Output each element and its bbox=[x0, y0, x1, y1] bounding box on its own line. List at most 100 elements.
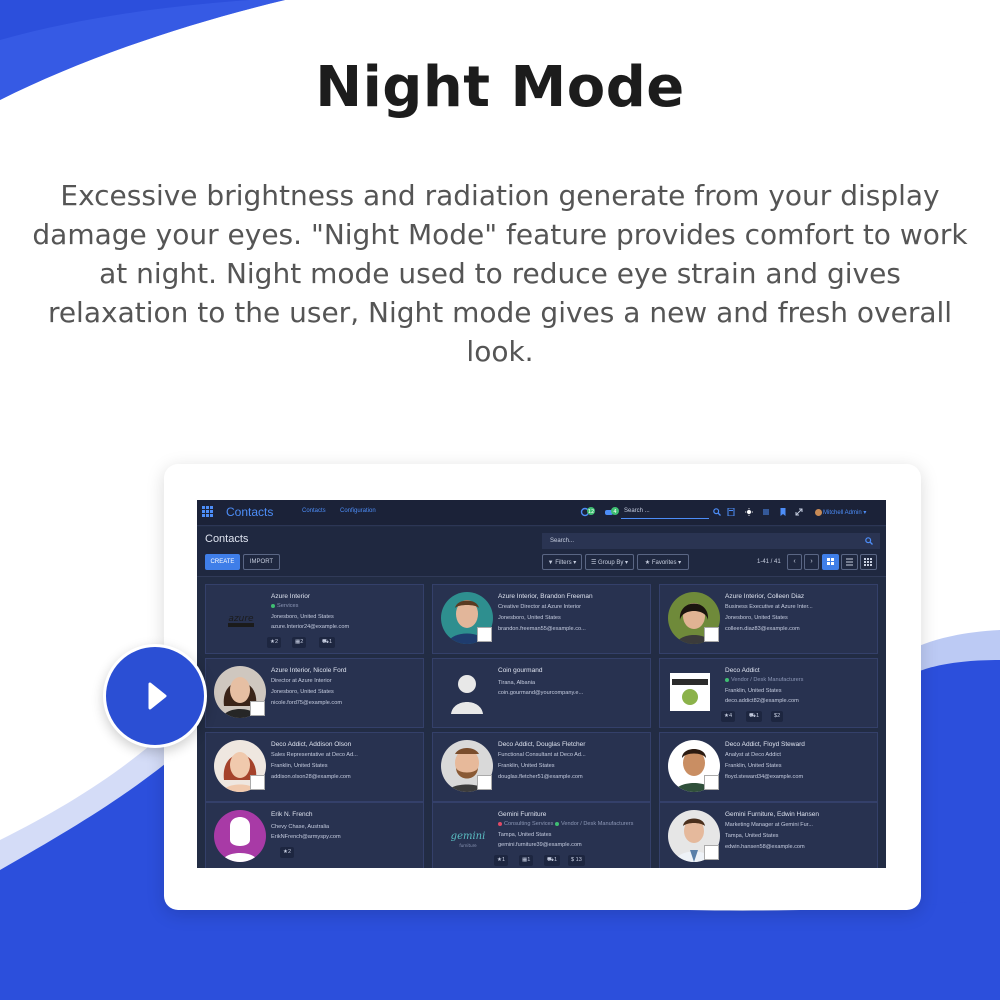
contact-card[interactable]: Deco Addict, Douglas Fletcher Functional… bbox=[432, 732, 651, 802]
search-input[interactable]: Search... bbox=[542, 533, 880, 549]
company-logo: azure bbox=[214, 599, 268, 639]
user-name: Mitchell Admin bbox=[823, 510, 862, 516]
chat-icon[interactable]: 12 bbox=[580, 507, 596, 517]
pager-previous-button[interactable]: ‹ bbox=[787, 554, 802, 570]
kanban-view-button[interactable] bbox=[822, 554, 839, 570]
menu-configuration[interactable]: Configuration bbox=[340, 508, 376, 514]
contact-line: Franklin, United States bbox=[725, 763, 782, 769]
pager-next-button[interactable]: › bbox=[804, 554, 819, 570]
pager-value: 1-41 / 41 bbox=[757, 559, 781, 565]
control-panel: Contacts CREATE IMPORT Search... ▼ Filte… bbox=[197, 527, 886, 577]
group-by-dropdown[interactable]: ☰ Group By ▾ bbox=[585, 554, 634, 570]
contact-line: deco.addict82@example.com bbox=[725, 698, 799, 704]
contact-line: gemini.furniture39@example.com bbox=[498, 842, 582, 848]
contact-name: Azure Interior bbox=[271, 593, 311, 600]
contact-card[interactable]: azure Azure Interior Services Jonesboro,… bbox=[205, 584, 424, 654]
favorites-dropdown[interactable]: ★ Favorites ▾ bbox=[637, 554, 689, 570]
contact-name: Gemini Furniture bbox=[498, 811, 547, 818]
stat-badge[interactable]: ⛟1 bbox=[544, 855, 561, 866]
stat-badge[interactable]: ⛟1 bbox=[319, 637, 336, 648]
bookmark-icon[interactable] bbox=[779, 508, 787, 516]
contact-line: Tirana, Albania bbox=[498, 680, 536, 686]
play-icon bbox=[148, 682, 167, 710]
top-navbar: Contacts Contacts Configuration 12 4 Sea… bbox=[197, 500, 886, 526]
contact-tag: Vendor / Desk Manufacturers bbox=[725, 677, 803, 683]
company-mini-logo bbox=[704, 845, 719, 860]
stat-badge[interactable]: ★2 bbox=[267, 637, 282, 648]
stat-badge[interactable]: ▦1 bbox=[519, 855, 534, 866]
contact-line: Tampa, United States bbox=[498, 832, 552, 838]
contact-card[interactable]: Erik N. French Chevy Chase, Australia Er… bbox=[205, 802, 424, 868]
fullscreen-icon[interactable] bbox=[795, 508, 803, 516]
contact-line: Franklin, United States bbox=[498, 763, 555, 769]
stat-badge[interactable]: $ 13 bbox=[568, 855, 585, 866]
stat-badge[interactable]: ⛟1 bbox=[746, 711, 763, 722]
contact-line: floyd.steward34@example.com bbox=[725, 774, 804, 780]
kanban-icon bbox=[827, 558, 834, 565]
contact-name: Deco Addict bbox=[725, 667, 760, 674]
svg-text:furniture: furniture bbox=[459, 843, 477, 848]
favorites-label: Favorites bbox=[651, 560, 677, 566]
contact-line: douglas.fletcher51@example.com bbox=[498, 774, 583, 780]
navbar-search-input[interactable]: Search ... bbox=[621, 505, 709, 519]
stat-badge[interactable]: $2 bbox=[771, 711, 784, 722]
search-icon[interactable] bbox=[865, 537, 873, 545]
list-view-button[interactable] bbox=[841, 554, 858, 570]
contact-card[interactable]: Azure Interior, Nicole Ford Director at … bbox=[205, 658, 424, 728]
contact-line: azure.Interior24@example.com bbox=[271, 624, 350, 630]
contact-name: Azure Interior, Nicole Ford bbox=[271, 667, 347, 674]
filters-dropdown[interactable]: ▼ Filters ▾ bbox=[542, 554, 582, 570]
user-menu[interactable]: Mitchell Admin ▾ bbox=[823, 509, 866, 516]
page-title: Night Mode bbox=[315, 55, 685, 120]
contact-tag: Consulting Services Vendor / Desk Manufa… bbox=[498, 821, 633, 827]
contact-line: Director at Azure Interior bbox=[271, 678, 332, 684]
play-video-button[interactable] bbox=[103, 644, 207, 748]
contact-line: Analyst at Deco Addict bbox=[725, 752, 781, 758]
group-by-label: Group By bbox=[598, 560, 624, 566]
contact-line: coin.gourmand@yourcompany.e... bbox=[498, 690, 584, 696]
stat-badge[interactable]: ★2 bbox=[280, 847, 295, 858]
feature-description: Excessive brightness and radiation gener… bbox=[32, 179, 968, 368]
contact-card[interactable]: Coin gourmand Tirana, Albania coin.gourm… bbox=[432, 658, 651, 728]
filters-label: Filters bbox=[555, 560, 572, 566]
apps-grid-icon[interactable] bbox=[202, 506, 213, 517]
activity-count: 4 bbox=[613, 509, 616, 515]
contact-name: Deco Addict, Douglas Fletcher bbox=[498, 741, 586, 748]
chat-count: 12 bbox=[588, 509, 594, 515]
contact-card[interactable]: Deco Addict Vendor / Desk Manufacturers … bbox=[659, 658, 878, 728]
contact-card[interactable]: Azure Interior, Colleen Diaz Business Ex… bbox=[659, 584, 878, 654]
app-brand[interactable]: Contacts bbox=[226, 505, 273, 519]
activity-icon[interactable]: 4 bbox=[604, 507, 620, 517]
stat-badge[interactable]: ★4 bbox=[721, 711, 736, 722]
contact-line: edwin.hansen58@example.com bbox=[725, 844, 805, 850]
avatar[interactable] bbox=[815, 509, 822, 516]
app-screenshot: Contacts Contacts Configuration 12 4 Sea… bbox=[197, 500, 886, 868]
company-mini-logo bbox=[704, 775, 719, 790]
contact-name: Coin gourmand bbox=[498, 667, 543, 674]
contact-line: Chevy Chase, Australia bbox=[271, 824, 330, 830]
contact-line: ErikNFrench@armyspy.com bbox=[271, 834, 341, 840]
grid-view-icon bbox=[864, 558, 872, 566]
import-button[interactable]: IMPORT bbox=[243, 554, 280, 570]
company-mini-logo bbox=[477, 775, 492, 790]
contact-name: Deco Addict, Addison Olson bbox=[271, 741, 352, 748]
contact-card[interactable]: Deco Addict, Floyd Steward Analyst at De… bbox=[659, 732, 878, 802]
contact-line: Franklin, United States bbox=[271, 763, 328, 769]
menu-contacts[interactable]: Contacts bbox=[302, 508, 326, 514]
calculator-icon[interactable] bbox=[727, 508, 735, 516]
stat-badge[interactable]: ★1 bbox=[494, 855, 509, 866]
contact-card[interactable]: gemini furniture Gemini Furniture Consult… bbox=[432, 802, 651, 868]
create-button[interactable]: CREATE bbox=[205, 554, 240, 570]
contact-card[interactable]: Deco Addict, Addison Olson Sales Represe… bbox=[205, 732, 424, 802]
stat-badge[interactable]: ▦2 bbox=[292, 637, 307, 648]
contact-line: Jonesboro, United States bbox=[271, 614, 334, 620]
search-icon[interactable] bbox=[713, 508, 721, 516]
grid-view-button[interactable] bbox=[860, 554, 877, 570]
contact-card[interactable]: Gemini Furniture, Edwin Hansen Marketing… bbox=[659, 802, 878, 868]
night-mode-sun-icon[interactable] bbox=[745, 508, 753, 516]
company-mini-logo bbox=[250, 775, 265, 790]
contact-card[interactable]: Azure Interior, Brandon Freeman Creative… bbox=[432, 584, 651, 654]
contact-line: Jonesboro, United States bbox=[271, 689, 334, 695]
list-icon[interactable] bbox=[762, 508, 770, 516]
contact-line: addison.olson28@example.com bbox=[271, 774, 351, 780]
